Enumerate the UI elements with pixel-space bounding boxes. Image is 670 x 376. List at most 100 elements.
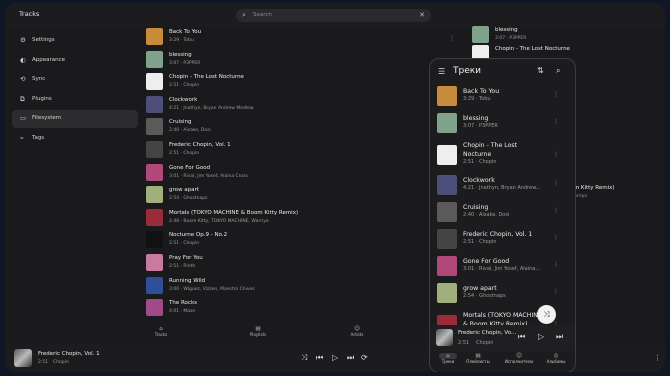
previous-icon[interactable]: ⏮ <box>518 332 525 342</box>
tab-playlists[interactable]: ▤ Плейлисты <box>460 353 496 364</box>
track-meta: 2:51 · Chopin <box>463 159 497 165</box>
list-item[interactable]: Cruising 2:40 · Aisake, Dosi ⋮ <box>430 201 575 227</box>
track-meta: 3:01 · Rival, Jim Yosef, Alaina... <box>463 266 541 272</box>
play-icon[interactable]: ▷ <box>538 332 544 341</box>
track-title: Gone For Good <box>463 258 510 265</box>
more-icon[interactable]: ⋮ <box>553 180 559 187</box>
more-icon[interactable]: ⋮ <box>553 234 559 241</box>
album-cover <box>146 50 163 68</box>
sidebar-item-sync[interactable]: ⟲ Sync <box>12 71 138 89</box>
sidebar-item-appearance[interactable]: ◐ Appearance <box>12 52 138 70</box>
close-icon[interactable]: ✕ <box>419 11 425 19</box>
track-title: blessing <box>495 27 518 33</box>
list-item[interactable]: Running Wild 3:00 · Wiguez, Vizzen, Maest… <box>146 276 426 297</box>
track-meta: 2:51 · Chopin <box>169 241 200 247</box>
more-icon[interactable]: ⋮ <box>449 35 455 42</box>
album-cover[interactable] <box>436 329 453 346</box>
album-cover <box>146 186 163 204</box>
track-meta: 2:51 · Chopin <box>169 83 200 89</box>
app-window: Tracks ⌕ Search ✕ ⚙ Settings ◐ Appearanc… <box>5 3 665 372</box>
list-item[interactable]: The Rocks 4:01 · Maze <box>146 298 426 319</box>
album-cover <box>437 145 457 165</box>
menu-icon[interactable]: ☰ <box>438 67 445 76</box>
track-title: Chopin - The Lost Nocturne <box>463 142 518 158</box>
album-cover <box>146 73 163 91</box>
tab-label: Альбомы <box>546 359 566 364</box>
sidebar: ⚙ Settings ◐ Appearance ⟲ Sync ⧉ Plugins… <box>5 27 141 343</box>
more-icon[interactable]: ⋮ <box>553 91 559 98</box>
album-cover <box>146 118 163 136</box>
sort-icon[interactable]: ⇅ <box>537 66 544 75</box>
sidebar-item-settings[interactable]: ⚙ Settings <box>12 32 138 50</box>
list-item[interactable]: Pray For You 2:51 · Rinth <box>146 253 426 274</box>
list-item[interactable]: blessing 3:07 · P3PPER <box>468 25 658 46</box>
sidebar-item-label: Sync <box>32 76 46 82</box>
repeat-icon[interactable]: ⟳ <box>361 353 368 362</box>
more-icon[interactable]: ⋮ <box>654 354 661 362</box>
list-item[interactable]: blessing 3:07 · P3PPER ⋮ <box>430 112 575 138</box>
list-item[interactable]: Cruising 2:40 · Aisake, Dosi <box>146 117 426 138</box>
track-meta: 2:51 · Chopin <box>169 151 200 156</box>
track-meta: 3:07 · P3PPER <box>169 60 201 66</box>
list-item[interactable]: blessing 3:07 · P3PPER <box>146 50 426 71</box>
more-icon[interactable]: ⋮ <box>553 261 559 268</box>
previous-icon[interactable]: ⏮ <box>316 353 323 363</box>
tab-albums[interactable]: ◎ Альбомы <box>538 353 574 364</box>
shuffle-icon[interactable]: ⤨ <box>301 353 307 363</box>
list-item[interactable]: Chopin - The Lost Nocturne 2:51 · Chopin <box>146 72 426 93</box>
more-icon[interactable]: ⋮ <box>553 207 559 214</box>
more-icon[interactable]: ⋮ <box>553 151 559 158</box>
tab-tracks[interactable]: ⌂ Tracks <box>141 326 181 337</box>
next-icon[interactable]: ⏭ <box>556 332 563 342</box>
album-cover <box>437 256 457 276</box>
next-icon[interactable]: ⏭ <box>347 353 354 363</box>
tab-playlists[interactable]: ▤ Playlists <box>238 326 278 337</box>
mobile-bottom-nav: ⌂ Треки ▤ Плейлисты ☺ Исполнители ◎ Альб… <box>430 351 575 372</box>
album-cover <box>146 141 163 158</box>
bottom-nav: ⌂ Tracks ▤ Playlists ☺ Artists <box>141 326 426 343</box>
list-item[interactable]: Nocturne Op.9 - No.2 2:51 · Chopin <box>146 230 426 251</box>
list-item[interactable]: Clockwork 4:21 · Jnathyn, Bryan Andrew...… <box>430 174 575 200</box>
shuffle-button[interactable]: ⤨ <box>537 305 556 324</box>
album-cover <box>146 231 163 249</box>
track-title: Nocturne Op.9 - No.2 <box>169 232 228 239</box>
search-icon[interactable]: ⌕ <box>556 66 560 76</box>
track-title: Cruising <box>169 119 192 126</box>
now-playing-title: Frederic Chopin, Vol. 1 <box>38 351 100 357</box>
track-title: blessing <box>169 51 192 58</box>
more-icon[interactable]: ⋮ <box>553 118 559 125</box>
header: Tracks ⌕ Search ✕ <box>5 3 665 27</box>
more-icon[interactable]: ⋮ <box>553 288 559 295</box>
track-meta: 3:07 · P3PPER <box>463 123 498 129</box>
tab-artists[interactable]: ☺ Artists <box>337 326 377 337</box>
list-item[interactable]: Frederic Chopin, Vol. 1 2:51 · Chopin <box>146 140 426 161</box>
list-item[interactable]: Frederic Chopin, Vol. 1 2:51 · Chopin ⋮ <box>430 228 575 254</box>
list-item[interactable]: Back To You 3:29 · Tobu <box>146 27 426 48</box>
sidebar-item-plugins[interactable]: ⧉ Plugins <box>12 91 138 109</box>
tab-artists[interactable]: ☺ Исполнители <box>501 353 537 364</box>
list-item[interactable]: Mortals (TOKYO MACHINE & Boom Kitty Remi… <box>146 208 426 229</box>
sidebar-item-label: Filesystem <box>32 115 62 121</box>
mobile-window: ☰ Треки ⇅ ⌕ Back To You 3:29 · Tobu ⋮ bless… <box>429 58 576 372</box>
list-item[interactable]: grow apart 2:54 · Ghostnaps <box>146 185 426 206</box>
sidebar-item-tags[interactable]: ⌁ Tags <box>12 130 138 148</box>
list-item[interactable]: Gone For Good 3:01 · Rival, Jim Yosef, Al… <box>146 163 426 184</box>
album-cover[interactable] <box>14 349 32 367</box>
search-bar[interactable]: ⌕ Search ✕ <box>236 9 431 22</box>
track-title: Back To You <box>169 29 202 35</box>
track-title: Running Wild <box>169 277 206 284</box>
list-item[interactable]: Back To You 3:29 · Tobu ⋮ <box>430 85 575 111</box>
track-title: Pray For You <box>169 255 203 261</box>
sidebar-item-filesystem[interactable]: ▭ Filesystem <box>12 110 138 128</box>
search-input[interactable]: Search <box>253 12 272 18</box>
track-title: grow apart <box>463 285 497 292</box>
track-meta: 4:21 · Jnathyn, Bryan Andrew Medlow <box>169 105 254 111</box>
list-item[interactable]: Chopin - The Lost Nocturne 2:51 · Chopin ⋮ <box>430 139 575 165</box>
play-icon[interactable]: ▷ <box>332 353 338 362</box>
track-title: Chopin - The Lost Nocturne <box>495 46 570 52</box>
list-item[interactable]: Gone For Good 3:01 · Rival, Jim Yosef, Al… <box>430 255 575 281</box>
list-item[interactable]: Clockwork 4:21 · Jnathyn, Bryan Andrew Me… <box>146 95 426 116</box>
album-cover <box>437 283 457 303</box>
list-item[interactable]: grow apart 2:54 · Ghostnaps ⋮ <box>430 282 575 308</box>
track-title: The Rocks <box>169 300 197 307</box>
